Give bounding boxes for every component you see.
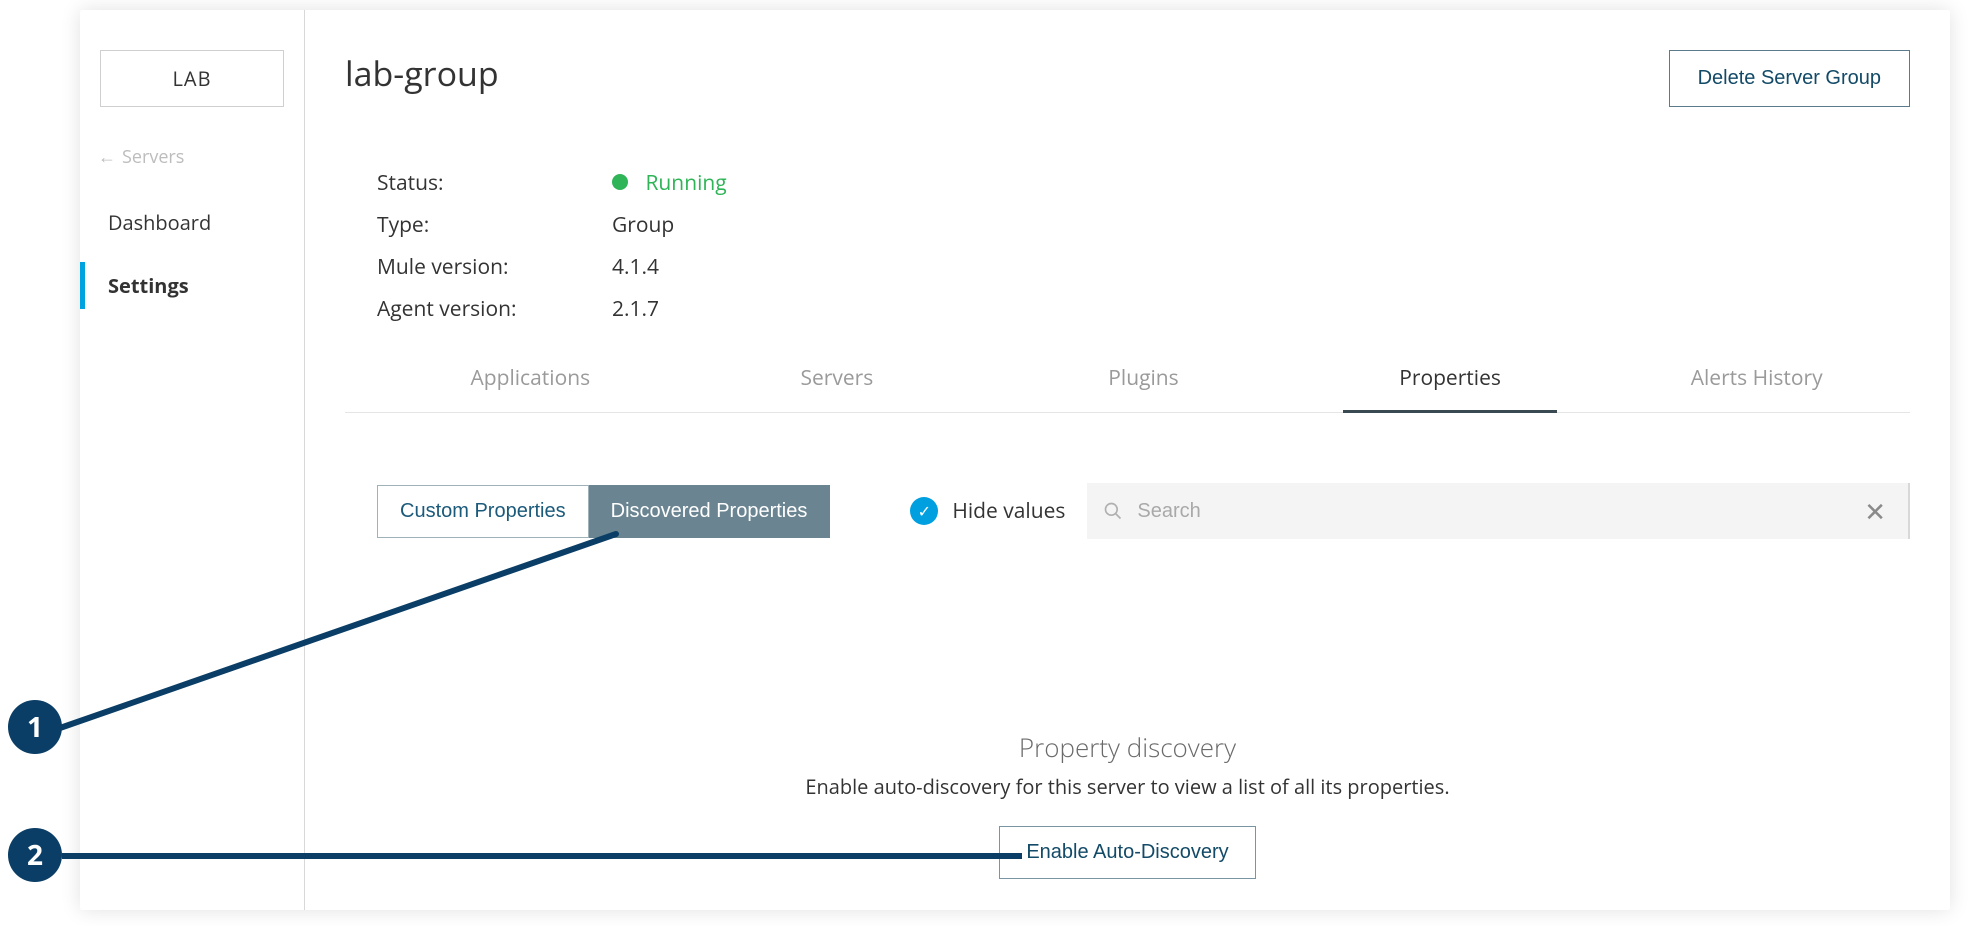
- tab-plugins[interactable]: Plugins: [990, 348, 1297, 412]
- app-frame: LAB ← Servers Dashboard Settings lab-gro…: [80, 10, 1950, 910]
- info-block: Status: Running Type: Group Mule version…: [345, 162, 1910, 330]
- tab-alerts-history[interactable]: Alerts History: [1603, 348, 1910, 412]
- info-row-agent: Agent version: 2.1.7: [377, 288, 1910, 330]
- status-label: Status:: [377, 169, 612, 197]
- back-to-servers-link[interactable]: ← Servers: [80, 137, 304, 191]
- page-title: lab-group: [345, 50, 499, 96]
- annotation-line-1: [60, 530, 620, 740]
- agent-version-value: 2.1.7: [612, 295, 659, 323]
- segment-discovered-properties[interactable]: Discovered Properties: [589, 485, 831, 538]
- tab-applications[interactable]: Applications: [377, 348, 684, 412]
- arrow-left-icon: ←: [98, 145, 116, 169]
- status-text: Running: [645, 169, 726, 197]
- back-label: Servers: [122, 145, 184, 169]
- tab-servers[interactable]: Servers: [684, 348, 991, 412]
- info-row-type: Type: Group: [377, 204, 1910, 246]
- status-value: Running: [612, 169, 727, 197]
- info-row-mule: Mule version: 4.1.4: [377, 246, 1910, 288]
- tab-row: Applications Servers Plugins Properties …: [345, 348, 1910, 413]
- type-label: Type:: [377, 211, 612, 239]
- info-row-status: Status: Running: [377, 162, 1910, 204]
- environment-selector[interactable]: LAB: [100, 50, 284, 107]
- hide-values-toggle-wrap: ✓ Hide values: [910, 497, 1065, 525]
- delete-server-group-button[interactable]: Delete Server Group: [1669, 50, 1910, 107]
- hide-values-label: Hide values: [952, 497, 1065, 525]
- checkmark-icon: ✓: [918, 500, 931, 522]
- title-row: lab-group Delete Server Group: [345, 50, 1910, 107]
- enable-auto-discovery-button[interactable]: Enable Auto-Discovery: [999, 826, 1255, 879]
- search-wrap: ✕: [1087, 483, 1910, 539]
- annotation-badge-2: 2: [8, 828, 62, 882]
- annotation-line-2: [62, 853, 1022, 859]
- main-content: lab-group Delete Server Group Status: Ru…: [305, 10, 1950, 910]
- sidebar-item-dashboard[interactable]: Dashboard: [80, 191, 304, 254]
- type-value: Group: [612, 211, 674, 239]
- mule-version-label: Mule version:: [377, 253, 612, 281]
- annotation-badge-1: 1: [8, 700, 62, 754]
- agent-version-label: Agent version:: [377, 295, 612, 323]
- sidebar-item-settings[interactable]: Settings: [80, 254, 304, 317]
- empty-state-subtitle: Enable auto-discovery for this server to…: [345, 773, 1910, 800]
- search-icon: [1103, 501, 1123, 521]
- clear-search-icon[interactable]: ✕: [1858, 493, 1892, 529]
- sidebar: LAB ← Servers Dashboard Settings: [80, 10, 305, 910]
- mule-version-value: 4.1.4: [612, 253, 659, 281]
- tab-properties[interactable]: Properties: [1297, 348, 1604, 412]
- status-dot-icon: [612, 174, 628, 190]
- hide-values-checkbox[interactable]: ✓: [910, 497, 938, 525]
- search-input[interactable]: [1137, 500, 1844, 523]
